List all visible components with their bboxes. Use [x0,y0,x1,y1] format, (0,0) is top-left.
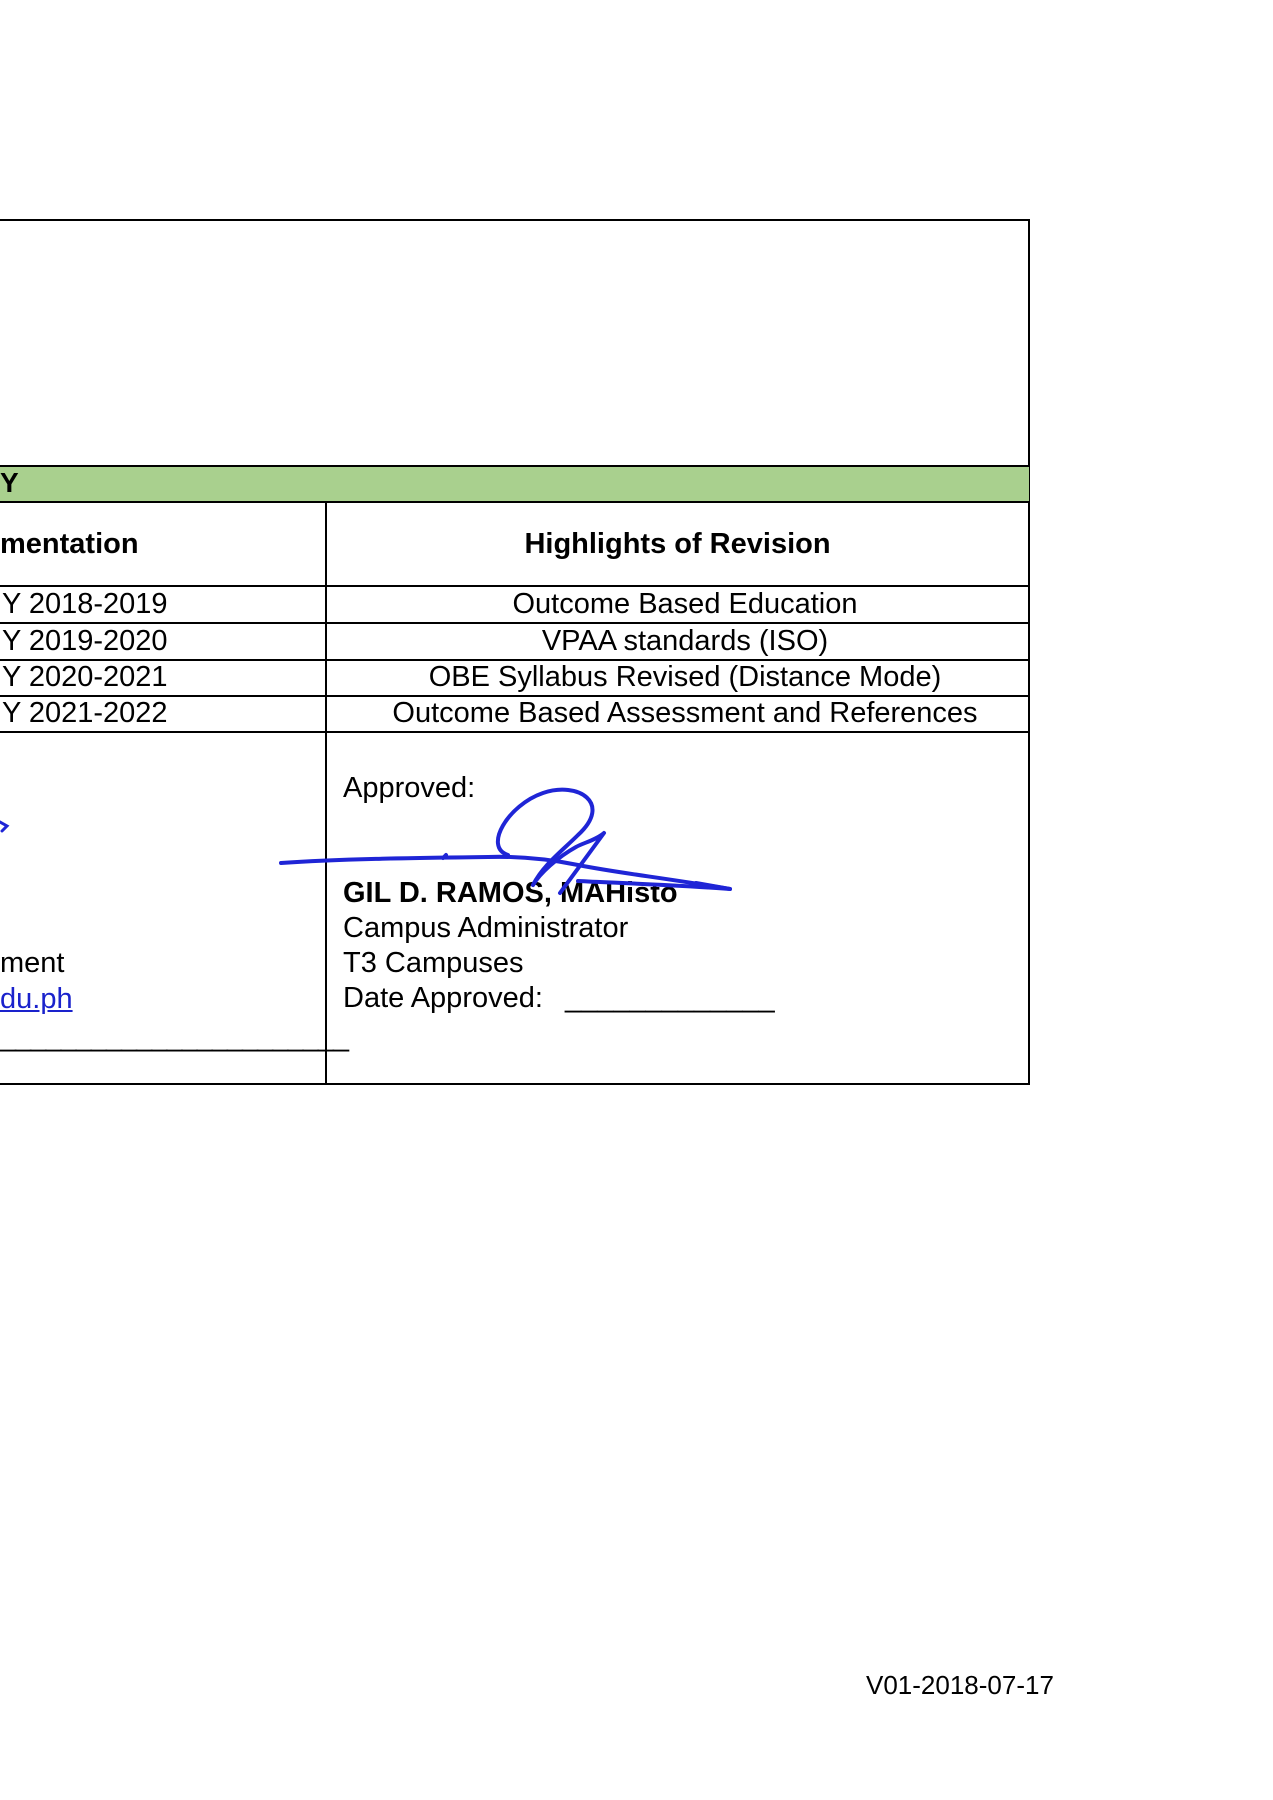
row-period: Y 2021-2022 [2,697,168,729]
row-period: Y 2018-2019 [2,588,168,620]
approver-signature [279,787,732,895]
left-signatory-date-blank: _______________________ [0,1021,349,1053]
left-signature-fragment [0,820,10,833]
date-approved-blank: _____________ [564,982,775,1014]
document-version-code: V01-2018-07-17 [866,1670,1054,1700]
row-period: Y 2019-2020 [2,625,168,657]
row-line-4 [0,731,1030,733]
band-bottom-line [0,501,1030,503]
row-highlight: Outcome Based Education [512,588,858,620]
section-header-label: Y [0,467,19,498]
table-border-top [0,219,1030,221]
table-border-bottom [0,1083,1030,1085]
approver-campus: T3 Campuses [343,947,524,979]
date-approved-label: Date Approved: [343,982,543,1014]
band-top-line [0,465,1030,467]
row-highlight: Outcome Based Assessment and References [392,697,978,729]
column-header-highlights: Highlights of Revision [524,528,831,560]
left-signatory-email-link[interactable]: du.ph [0,981,73,1017]
column-header-implementation: mentation [0,528,139,560]
section-header-band [0,465,1029,501]
date-approved-line: Date Approved: _____________ [343,980,775,1016]
row-highlight: OBE Syllabus Revised (Distance Mode) [428,661,942,693]
row-period: Y 2020-2021 [2,661,168,693]
row-highlight: VPAA standards (ISO) [541,625,829,657]
left-signatory-role: ment [0,947,65,979]
